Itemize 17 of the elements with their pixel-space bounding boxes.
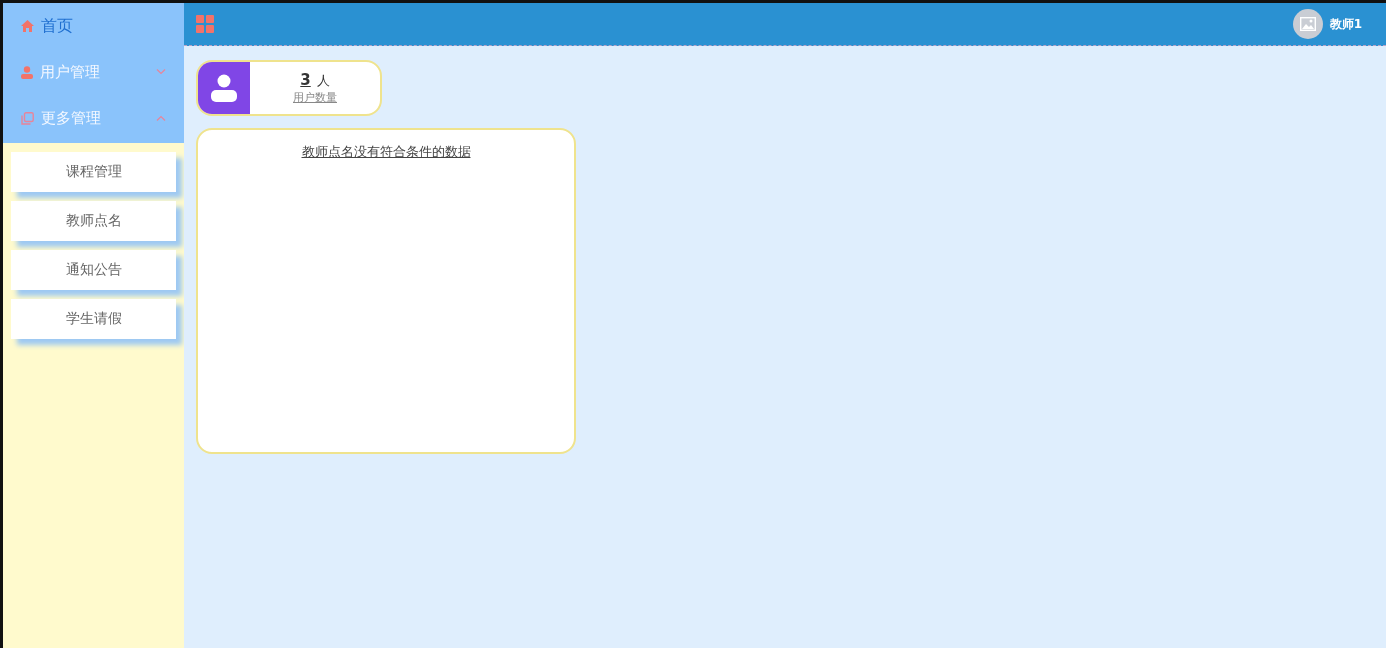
- submenu-item[interactable]: 学生请假: [11, 299, 176, 339]
- avatar[interactable]: [1292, 9, 1323, 39]
- user-name: 教师1: [1329, 15, 1362, 33]
- stat-label: 用户数量: [293, 90, 337, 105]
- submenu-item[interactable]: 教师点名: [11, 201, 176, 241]
- submenu-item[interactable]: 课程管理: [11, 152, 176, 192]
- stat-value: 3: [300, 71, 311, 89]
- copy-icon: [21, 111, 34, 125]
- caret-up-icon: [156, 115, 166, 121]
- user-icon: [21, 65, 33, 79]
- caret-down-icon: [156, 69, 166, 75]
- home-icon: [21, 20, 34, 32]
- empty-message: 教师点名没有符合条件的数据: [301, 144, 471, 161]
- stat-unit: 人: [316, 72, 330, 90]
- user-icon: [211, 74, 237, 102]
- image-icon: [1299, 17, 1316, 31]
- submenu-item[interactable]: 通知公告: [11, 250, 176, 290]
